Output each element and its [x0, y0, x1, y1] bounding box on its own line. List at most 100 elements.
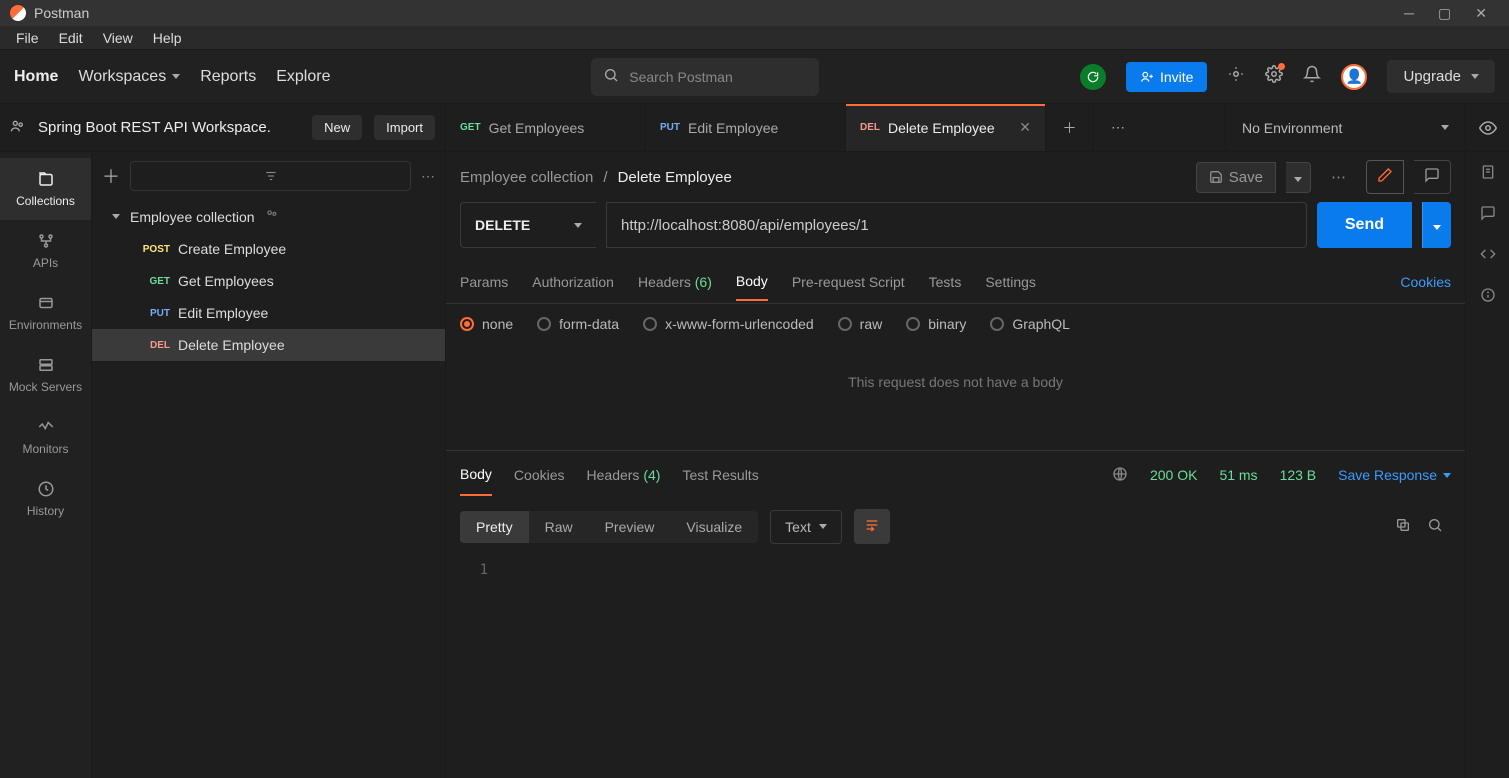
rail-environments[interactable]: Environments: [0, 282, 91, 344]
nav-reports[interactable]: Reports: [200, 68, 256, 86]
url-input[interactable]: [606, 202, 1307, 248]
search-response-icon[interactable]: [1419, 517, 1451, 536]
search-box[interactable]: Search Postman: [591, 58, 819, 96]
rail-history[interactable]: History: [0, 468, 91, 530]
request-row-get[interactable]: GET Get Employees: [92, 265, 445, 297]
environment-quicklook-icon[interactable]: [1465, 104, 1509, 151]
menu-view[interactable]: View: [93, 28, 143, 48]
breadcrumb-parent[interactable]: Employee collection: [460, 169, 593, 186]
body-form-data[interactable]: form-data: [537, 316, 619, 332]
request-row-create[interactable]: POST Create Employee: [92, 233, 445, 265]
resp-tab-headers[interactable]: Headers (4): [587, 455, 661, 495]
import-button[interactable]: Import: [374, 115, 435, 140]
resp-tab-tests[interactable]: Test Results: [682, 455, 758, 495]
response-size: 123 B: [1280, 467, 1317, 483]
request-name: Edit Employee: [178, 305, 268, 321]
resp-tab-cookies[interactable]: Cookies: [514, 455, 565, 495]
rail-mock-servers[interactable]: Mock Servers: [0, 344, 91, 406]
documentation-icon[interactable]: [1480, 164, 1496, 185]
rail-collections[interactable]: Collections: [0, 158, 91, 220]
capture-icon[interactable]: [1227, 65, 1245, 88]
save-dropdown[interactable]: [1286, 162, 1311, 193]
new-tab-button[interactable]: ＋: [1046, 104, 1094, 151]
workspace-bar: Spring Boot REST API Workspace. New Impo…: [0, 104, 1509, 152]
view-raw[interactable]: Raw: [529, 511, 589, 543]
tab-settings[interactable]: Settings: [985, 264, 1036, 300]
nav-workspaces[interactable]: Workspaces: [78, 68, 180, 86]
settings-icon[interactable]: [1265, 65, 1283, 88]
resp-headers-label: Headers: [587, 467, 640, 483]
send-dropdown[interactable]: [1422, 202, 1451, 248]
close-icon[interactable]: ✕: [1463, 5, 1499, 22]
network-icon[interactable]: [1112, 466, 1128, 485]
rail-apis[interactable]: APIs: [0, 220, 91, 282]
tab-authorization[interactable]: Authorization: [532, 264, 614, 300]
tab-params[interactable]: Params: [460, 264, 508, 300]
response-tabs: Body Cookies Headers (4) Test Results 20…: [446, 451, 1465, 499]
wrap-lines-icon[interactable]: [854, 509, 890, 544]
upgrade-button[interactable]: Upgrade: [1387, 60, 1495, 93]
add-icon[interactable]: ＋: [102, 163, 120, 189]
close-tab-icon[interactable]: ✕: [1019, 119, 1031, 136]
tab-get-employees[interactable]: GET Get Employees: [446, 104, 646, 151]
format-dropdown[interactable]: Text: [770, 510, 842, 544]
tab-overflow-icon[interactable]: ⋯: [1094, 104, 1142, 151]
avatar[interactable]: 👤: [1341, 64, 1367, 90]
workspace-name[interactable]: Spring Boot REST API Workspace.: [38, 119, 300, 136]
info-icon[interactable]: [1480, 287, 1496, 308]
body-xwww[interactable]: x-www-form-urlencoded: [643, 316, 814, 332]
tab-delete-employee[interactable]: DEL Delete Employee ✕: [846, 104, 1046, 151]
cookies-link[interactable]: Cookies: [1400, 274, 1451, 290]
maximize-icon[interactable]: ▢: [1426, 5, 1463, 22]
rail-label: Mock Servers: [9, 380, 82, 394]
menu-help[interactable]: Help: [143, 28, 192, 48]
filter-input[interactable]: [130, 161, 411, 191]
new-button[interactable]: New: [312, 115, 362, 140]
method-dropdown[interactable]: DELETE: [460, 202, 596, 248]
body-raw[interactable]: raw: [838, 316, 883, 332]
title-bar: Postman ─ ▢ ✕: [0, 0, 1509, 26]
view-preview[interactable]: Preview: [589, 511, 671, 543]
environment-selector[interactable]: No Environment: [1225, 104, 1465, 151]
menu-edit[interactable]: Edit: [49, 28, 93, 48]
invite-button[interactable]: Invite: [1126, 62, 1207, 92]
body-binary[interactable]: binary: [906, 316, 966, 332]
resp-tab-body[interactable]: Body: [460, 454, 492, 496]
radio-label: GraphQL: [1012, 316, 1070, 332]
save-response-button[interactable]: Save Response: [1338, 467, 1451, 483]
code-icon[interactable]: [1480, 246, 1496, 267]
comment-icon[interactable]: [1414, 160, 1451, 194]
send-button[interactable]: Send: [1317, 202, 1412, 248]
comments-icon[interactable]: [1480, 205, 1496, 226]
rail-monitors[interactable]: Monitors: [0, 406, 91, 468]
tab-prerequest[interactable]: Pre-request Script: [792, 264, 905, 300]
collection-row[interactable]: Employee collection: [92, 200, 445, 233]
collection-sidebar: ＋ ⋯ Employee collection POST Create Empl…: [92, 152, 446, 778]
nav-home[interactable]: Home: [14, 68, 58, 86]
view-pretty[interactable]: Pretty: [460, 511, 529, 543]
view-visualize[interactable]: Visualize: [670, 511, 758, 543]
tab-body[interactable]: Body: [736, 263, 768, 301]
method-badge: POST: [140, 244, 170, 255]
save-button[interactable]: Save: [1196, 162, 1276, 193]
bell-icon[interactable]: [1303, 65, 1321, 88]
menu-file[interactable]: File: [6, 28, 49, 48]
response-content[interactable]: [500, 562, 1451, 770]
edit-icon[interactable]: [1366, 160, 1404, 194]
tab-tests[interactable]: Tests: [929, 264, 962, 300]
copy-icon[interactable]: [1387, 517, 1419, 536]
body-graphql[interactable]: GraphQL: [990, 316, 1070, 332]
tab-label: Delete Employee: [888, 120, 995, 136]
body-none[interactable]: none: [460, 316, 513, 332]
minimize-icon[interactable]: ─: [1392, 5, 1426, 21]
request-row-edit[interactable]: PUT Edit Employee: [92, 297, 445, 329]
body-type-options: none form-data x-www-form-urlencoded raw…: [446, 304, 1465, 344]
sidebar-options-icon[interactable]: ⋯: [421, 168, 435, 185]
rail-label: History: [27, 504, 64, 518]
sync-icon[interactable]: [1080, 64, 1106, 90]
tab-headers[interactable]: Headers (6): [638, 264, 712, 300]
nav-explore[interactable]: Explore: [276, 68, 330, 86]
request-options-icon[interactable]: ⋯: [1321, 168, 1356, 186]
tab-edit-employee[interactable]: PUT Edit Employee: [646, 104, 846, 151]
request-row-delete[interactable]: DEL Delete Employee: [92, 329, 445, 361]
